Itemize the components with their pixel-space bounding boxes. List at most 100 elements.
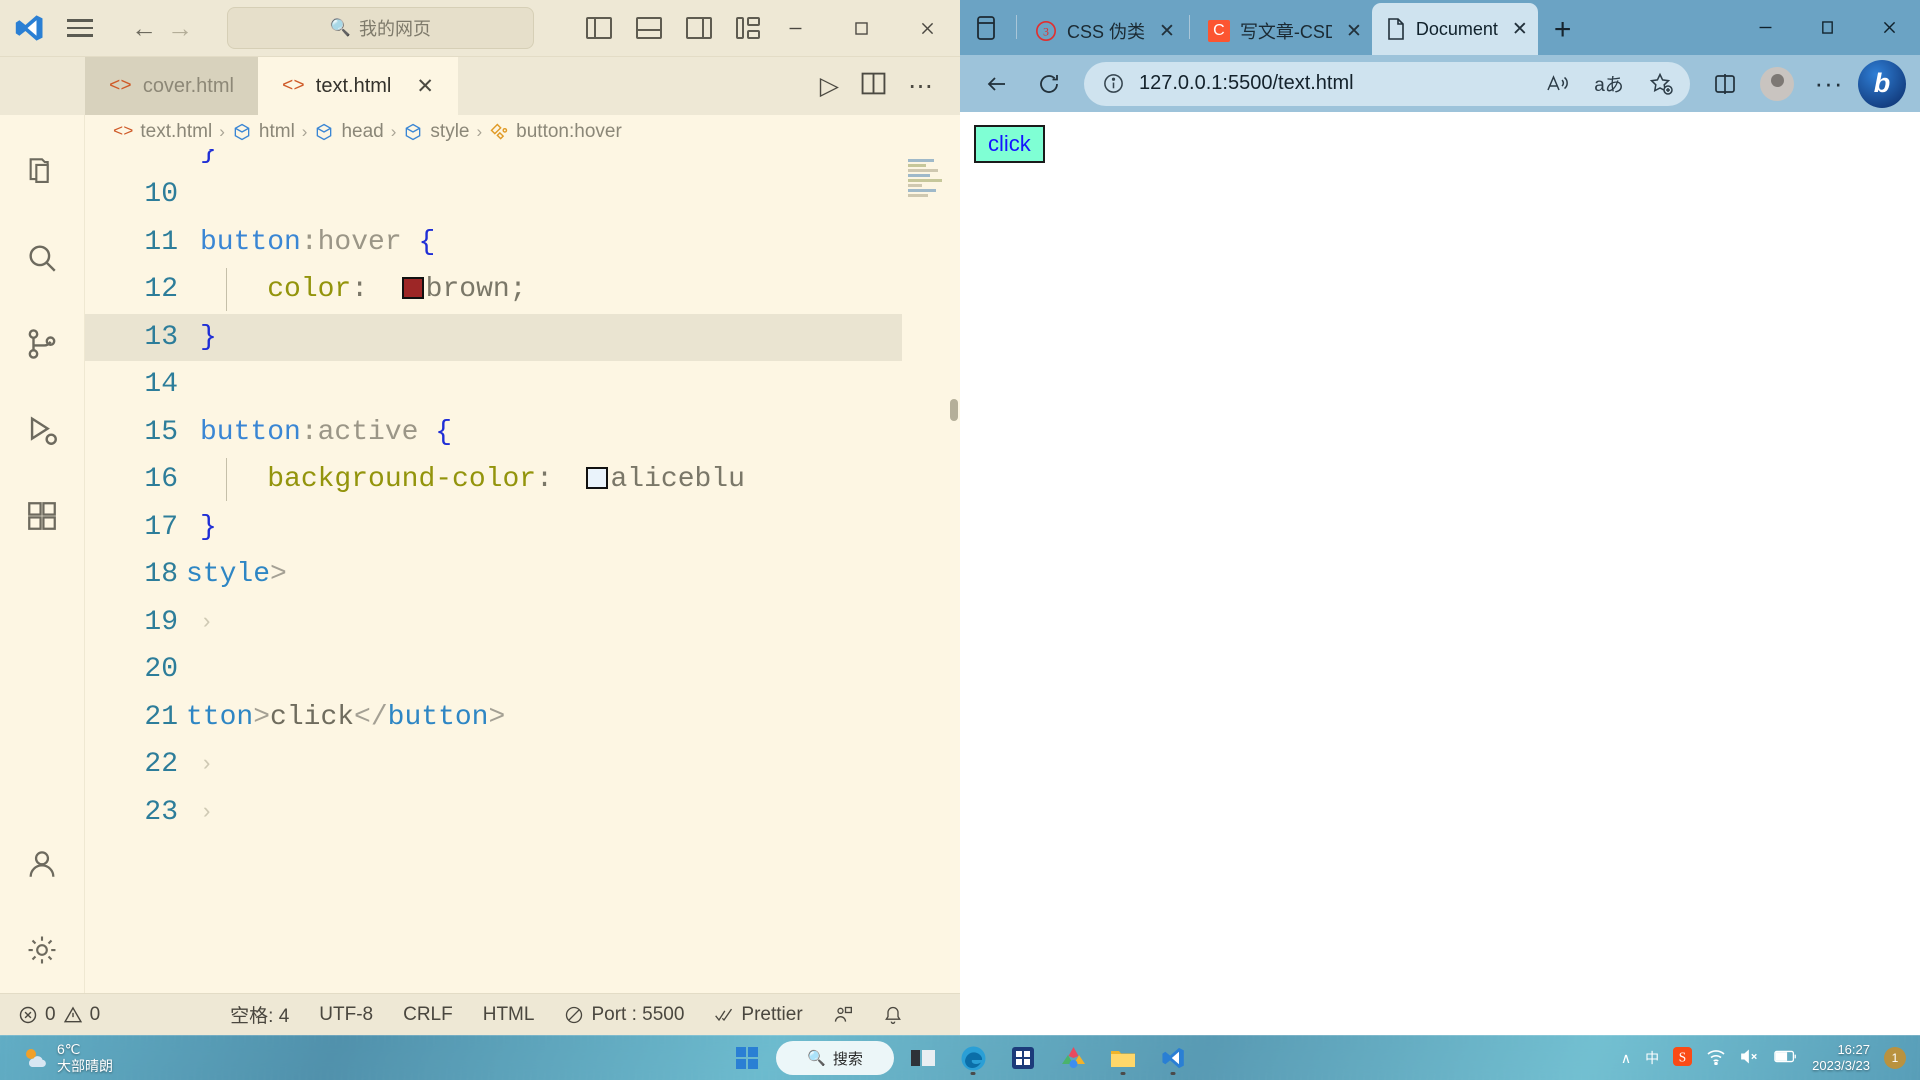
sidebar-item-source-control[interactable]	[0, 301, 85, 387]
line-number: 20	[144, 654, 178, 686]
add-favorite-star-icon[interactable]	[1642, 65, 1680, 103]
close-button[interactable]	[894, 0, 960, 57]
toggle-secondary-sidebar-icon[interactable]	[686, 17, 712, 39]
back-button[interactable]	[974, 61, 1020, 107]
color-swatch-brown[interactable]	[401, 277, 424, 300]
editor-tab-cover[interactable]: <> cover.html	[85, 57, 258, 115]
status-live-server-port[interactable]: Port : 5500	[549, 994, 699, 1035]
more-options-icon[interactable]: ···	[1806, 61, 1852, 107]
status-indent[interactable]: 空格: 4	[215, 994, 304, 1035]
info-circle-icon[interactable]	[1102, 72, 1125, 95]
refresh-button[interactable]	[1026, 61, 1072, 107]
taskbar-item-microsoft-store[interactable]	[1002, 1039, 1044, 1077]
sidebar-item-extensions[interactable]	[0, 473, 85, 559]
volume-muted-icon[interactable]	[1740, 1048, 1760, 1068]
code-lines-container[interactable]: } 10 11 button:hover { 12 color: brown;	[85, 149, 902, 993]
close-icon[interactable]: ✕	[1512, 18, 1528, 41]
taskbar-item-edge[interactable]	[952, 1039, 994, 1077]
editor-minimap[interactable]	[902, 149, 960, 993]
editor-scrollbar[interactable]	[946, 149, 960, 993]
weather-desc: 大部晴朗	[57, 1058, 113, 1074]
minimize-button[interactable]	[762, 0, 828, 57]
breadcrumb-separator: ›	[301, 122, 308, 141]
taskbar-item-photos[interactable]	[1052, 1039, 1094, 1077]
status-encoding[interactable]: UTF-8	[304, 994, 388, 1035]
sidebar-item-settings[interactable]	[0, 907, 85, 993]
sidebar-item-accounts[interactable]	[0, 821, 85, 907]
status-eol[interactable]: CRLF	[388, 994, 468, 1035]
sidebar-item-run-and-debug[interactable]	[0, 387, 85, 473]
vscode-body: <> text.html › html › head › style › but…	[0, 115, 960, 993]
symbol-field-icon	[234, 123, 250, 141]
maximize-button[interactable]	[1796, 0, 1858, 55]
customize-layout-icon[interactable]	[736, 17, 762, 39]
taskbar-weather-widget[interactable]: 6℃ 大部晴朗	[0, 1041, 113, 1076]
svg-text:S: S	[1679, 1049, 1686, 1064]
tab-actions-icon[interactable]	[960, 0, 1012, 55]
status-feedback[interactable]	[818, 994, 868, 1035]
browser-tab-document[interactable]: Document ✕	[1371, 3, 1538, 55]
breadcrumb-item-style[interactable]: style	[403, 121, 470, 143]
tray-chevron-icon[interactable]: ∧	[1621, 1050, 1631, 1067]
maximize-button[interactable]	[828, 0, 894, 57]
status-prettier[interactable]: Prettier	[699, 994, 817, 1035]
translate-icon[interactable]: aあ	[1590, 65, 1628, 103]
close-button[interactable]	[1858, 0, 1920, 55]
wifi-icon[interactable]	[1706, 1048, 1726, 1068]
menu-hamburger-icon[interactable]	[58, 19, 103, 37]
toggle-panel-icon[interactable]	[636, 17, 662, 39]
new-tab-button[interactable]: +	[1538, 15, 1588, 55]
taskbar-item-vscode[interactable]	[1152, 1039, 1194, 1077]
taskbar-clock[interactable]: 16:27 2023/3/23	[1812, 1042, 1870, 1073]
line-number: 10	[144, 179, 178, 211]
command-center-search[interactable]: 🔍 我的网页	[226, 7, 534, 49]
html-file-icon: <>	[109, 75, 132, 97]
notification-badge[interactable]: 1	[1884, 1047, 1906, 1069]
read-aloud-icon[interactable]	[1538, 65, 1576, 103]
status-problems[interactable]: 0 0	[0, 994, 115, 1035]
back-arrow-icon[interactable]: ←	[131, 15, 157, 41]
browser-tab-csdn[interactable]: C 写文章-CSDN ✕	[1194, 7, 1372, 55]
toggle-primary-sidebar-icon[interactable]	[586, 17, 612, 39]
tray-ime-indicator[interactable]: 中	[1645, 1048, 1659, 1068]
close-icon[interactable]: ✕	[1159, 20, 1175, 43]
split-editor-icon[interactable]	[861, 72, 886, 100]
status-language[interactable]: HTML	[468, 994, 550, 1035]
run-file-button[interactable]: ▷	[820, 71, 839, 101]
svg-text:3: 3	[1043, 25, 1049, 39]
profile-avatar-icon[interactable]	[1754, 61, 1800, 107]
taskbar-item-file-explorer[interactable]	[1102, 1039, 1144, 1077]
sogou-input-icon[interactable]: S	[1673, 1047, 1693, 1069]
click-button[interactable]: click	[974, 125, 1045, 164]
code-line-13: 13 }	[85, 313, 902, 361]
minimize-button[interactable]	[1734, 0, 1796, 55]
browser-tab-css[interactable]: 3 CSS 伪类 ✕	[1021, 7, 1185, 55]
breadcrumb-item-file[interactable]: <> text.html	[113, 121, 212, 143]
forward-arrow-icon[interactable]: →	[167, 15, 193, 41]
sidebar-item-search[interactable]	[0, 215, 85, 301]
split-screen-icon[interactable]	[1702, 61, 1748, 107]
bing-copilot-icon[interactable]: b	[1858, 59, 1906, 108]
editor-tab-text[interactable]: <> text.html ✕	[257, 57, 458, 115]
windows-taskbar: 6℃ 大部晴朗 🔍 搜索 ∧ 中 S 16:27 2023/3/23 1	[0, 1035, 1920, 1080]
address-bar[interactable]: 127.0.0.1:5500/text.html aあ	[1084, 61, 1690, 106]
code-editor[interactable]: } 10 11 button:hover { 12 color: brown;	[85, 149, 960, 993]
color-swatch-aliceblue[interactable]	[586, 467, 609, 490]
close-icon[interactable]: ✕	[416, 74, 434, 99]
status-notifications[interactable]	[868, 994, 918, 1035]
weather-text: 6℃ 大部晴朗	[57, 1041, 113, 1076]
sidebar-item-explorer[interactable]	[0, 129, 85, 215]
breadcrumb-item-head[interactable]: head	[314, 121, 384, 143]
code-line-text: ›	[200, 799, 214, 825]
windows-start-icon[interactable]	[726, 1039, 768, 1077]
breadcrumb-item-html[interactable]: html	[232, 121, 295, 143]
battery-charging-icon[interactable]	[1774, 1049, 1798, 1067]
scrollbar-thumb[interactable]	[950, 399, 958, 421]
breadcrumb-item-selector[interactable]: button:hover	[489, 121, 622, 143]
symbol-field-icon	[406, 123, 421, 141]
broadcast-icon	[566, 1006, 583, 1023]
taskbar-item-task-view[interactable]	[902, 1039, 944, 1077]
taskbar-search[interactable]: 🔍 搜索	[776, 1041, 894, 1075]
more-actions-icon[interactable]: ⋯	[908, 71, 934, 101]
close-icon[interactable]: ✕	[1346, 20, 1362, 43]
